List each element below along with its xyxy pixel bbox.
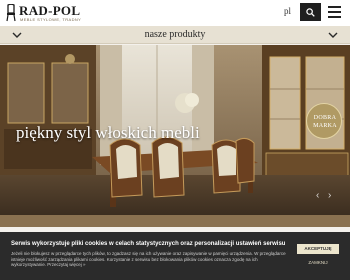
- hero-slider[interactable]: piękny styl włoskich mebli DOBRA MARKA ‹…: [0, 45, 350, 215]
- close-cookies-button[interactable]: ZAMKNIJ: [297, 258, 339, 267]
- language-selector[interactable]: pl: [284, 6, 291, 16]
- quality-badge: DOBRA MARKA: [306, 103, 342, 139]
- hero-title: piękny styl włoskich mebli: [16, 123, 200, 142]
- slider-prev-icon[interactable]: ‹: [316, 190, 319, 201]
- cookie-banner: Serwis wykorzystuje pliki cookies w cela…: [0, 232, 350, 280]
- chair-logo-icon: [6, 4, 16, 22]
- site-logo[interactable]: RAD-POL MEBLE STYLOWE, TRADNY: [5, 3, 81, 23]
- category-label: nasze produkty: [144, 29, 206, 40]
- slider-next-icon[interactable]: ›: [328, 190, 331, 201]
- site-header: RAD-POL MEBLE STYLOWE, TRADNY pl: [0, 0, 350, 26]
- accept-cookies-button[interactable]: AKCEPTUJĘ: [297, 244, 339, 254]
- category-bar[interactable]: nasze produkty: [0, 26, 350, 44]
- badge-line-1: DOBRA: [313, 115, 337, 121]
- hamburger-menu-icon[interactable]: [327, 5, 343, 19]
- cookie-text: Jeżeli nie blokujesz w przeglądarce tych…: [11, 251, 286, 267]
- cookie-title: Serwis wykorzystuje pliki cookies w cela…: [11, 241, 286, 247]
- content-strip: [0, 215, 350, 227]
- badge-line-2: MARKA: [313, 123, 337, 129]
- search-icon: [306, 8, 315, 17]
- chevron-down-icon: [328, 32, 338, 38]
- search-button[interactable]: [300, 3, 321, 21]
- logo-tagline: MEBLE STYLOWE, TRADNY: [20, 17, 82, 22]
